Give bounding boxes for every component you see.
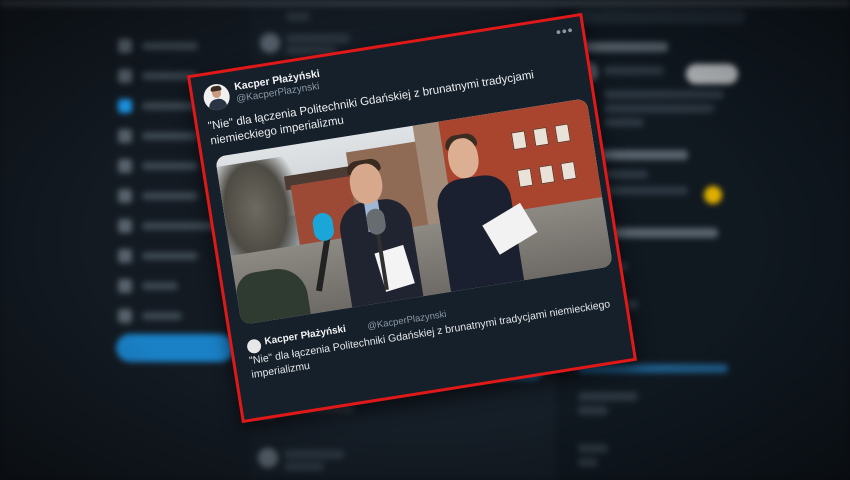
quoted-author-avatar[interactable] <box>246 338 263 355</box>
highlighted-tweet-card: ••• Kacper Płażyński @KacperPlazynski "N… <box>186 12 638 424</box>
more-horizontal-icon[interactable]: ••• <box>555 22 575 41</box>
author-avatar[interactable] <box>201 82 232 112</box>
